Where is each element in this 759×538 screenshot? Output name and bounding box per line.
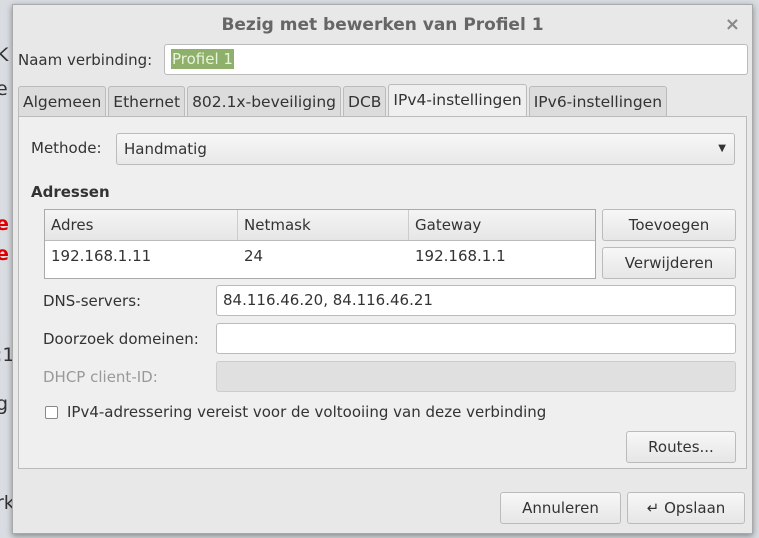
tab-8021x-security[interactable]: 802.1x-beveiliging xyxy=(187,86,342,118)
addresses-table: Adres Netmask Gateway 192.168.1.11 24 19… xyxy=(44,209,596,279)
chevron-down-icon: ▼ xyxy=(718,143,726,154)
ipv4-panel: Methode: Handmatig ▼ Adressen Adres Netma… xyxy=(18,116,747,469)
name-label: Naam verbinding: xyxy=(18,51,153,69)
add-button[interactable]: Toevoegen xyxy=(602,209,736,241)
dialog-title: Bezig met bewerken van Profiel 1 xyxy=(221,15,544,35)
method-label: Methode: xyxy=(31,139,102,157)
background-text: i xyxy=(0,425,1,447)
dhcp-client-id-label: DHCP client-ID: xyxy=(43,368,158,386)
dns-label: DNS-servers: xyxy=(43,292,142,310)
method-select[interactable]: Handmatig ▼ xyxy=(116,133,735,165)
cancel-button[interactable]: Annuleren xyxy=(500,492,621,524)
tab-bar: Algemeen Ethernet 802.1x-beveiliging DCB… xyxy=(18,84,668,118)
column-header-gateway[interactable]: Gateway xyxy=(409,210,595,240)
background-text: g xyxy=(0,393,9,415)
tab-dcb[interactable]: DCB xyxy=(343,86,387,118)
background-text: e xyxy=(0,243,9,265)
column-header-netmask[interactable]: Netmask xyxy=(238,210,409,240)
tab-ethernet[interactable]: Ethernet xyxy=(108,86,186,118)
tab-ipv4-settings[interactable]: IPv4-instellingen xyxy=(388,84,527,118)
dhcp-client-id-input xyxy=(216,361,736,392)
dns-servers-input[interactable]: 84.116.46.20, 84.116.46.21 xyxy=(216,285,736,316)
edit-connection-dialog: Bezig met bewerken van Profiel 1 × Naam … xyxy=(12,4,753,534)
require-ipv4-label[interactable]: IPv4-adressering vereist voor de voltooi… xyxy=(67,403,546,421)
cell-netmask[interactable]: 24 xyxy=(238,241,409,272)
background-text: e xyxy=(0,78,8,100)
connection-name-input[interactable]: Profiel 1 xyxy=(164,44,748,75)
background-text: K xyxy=(0,44,9,66)
background-text: e xyxy=(0,213,9,235)
close-icon[interactable]: × xyxy=(725,5,740,45)
tab-ipv6-settings[interactable]: IPv6-instellingen xyxy=(528,86,668,118)
search-domains-label: Doorzoek domeinen: xyxy=(43,330,199,348)
routes-button[interactable]: Routes... xyxy=(626,431,736,463)
cell-address[interactable]: 192.168.1.11 xyxy=(45,241,238,272)
tab-general[interactable]: Algemeen xyxy=(18,86,107,118)
cell-gateway[interactable]: 192.168.1.1 xyxy=(409,241,595,272)
addresses-heading: Adressen xyxy=(31,183,110,201)
column-header-address[interactable]: Adres xyxy=(45,210,238,240)
save-label: Opslaan xyxy=(664,499,726,517)
require-ipv4-checkbox[interactable] xyxy=(45,406,58,419)
remove-button[interactable]: Verwijderen xyxy=(602,247,736,279)
enter-arrow-icon: ↵ xyxy=(646,499,665,517)
table-row[interactable]: 192.168.1.11 24 192.168.1.1 xyxy=(45,241,595,272)
method-value: Handmatig xyxy=(124,140,207,158)
search-domains-input[interactable] xyxy=(216,323,736,354)
table-header: Adres Netmask Gateway xyxy=(45,210,595,241)
save-button[interactable]: ↵ Opslaan xyxy=(627,492,745,524)
